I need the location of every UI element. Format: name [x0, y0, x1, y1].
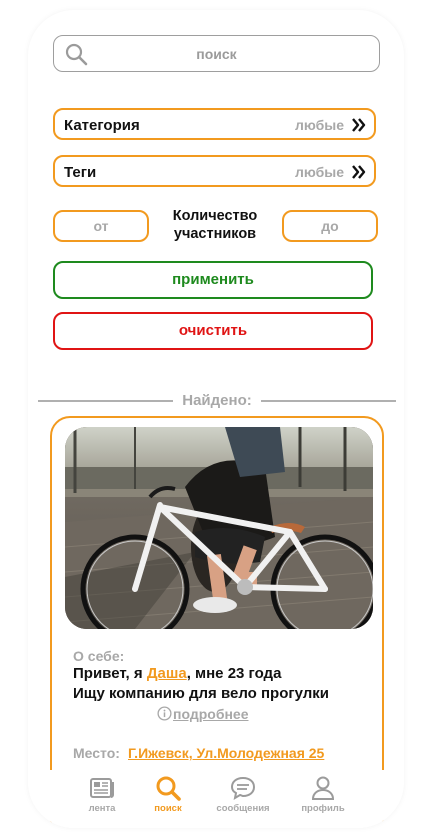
tab-search-label: поиск [154, 803, 182, 814]
more-label: подробнее [173, 706, 249, 722]
tab-search[interactable]: поиск [133, 774, 203, 814]
participants-to-input[interactable] [284, 212, 376, 240]
category-filter[interactable]: Категория любые [53, 108, 376, 140]
greeting-suffix: , мне 23 года [186, 665, 282, 682]
newspaper-icon [90, 778, 114, 798]
greeting-prefix: Привет, я [73, 665, 147, 682]
about-greeting: Привет, я Даша, мне 23 года [73, 665, 281, 682]
search-bar[interactable] [53, 35, 380, 72]
cyclist-photo [65, 427, 373, 629]
about-label: О себе: [73, 648, 125, 664]
tab-messages-label: сообщения [216, 803, 270, 814]
participants-from-input[interactable] [55, 212, 147, 240]
apply-button[interactable]: применить [53, 261, 373, 299]
tab-feed[interactable]: лента [67, 774, 137, 814]
search-icon [156, 776, 181, 801]
clear-button[interactable]: очистить [53, 312, 373, 350]
more-link[interactable]: подробнее [157, 706, 249, 722]
card-photo [65, 427, 373, 629]
search-icon [65, 43, 88, 66]
category-label: Категория [64, 117, 140, 134]
divider-line-right [261, 400, 396, 402]
about-description: Ищу компанию для вело прогулки [73, 685, 330, 702]
tab-profile-label: профиль [301, 803, 345, 814]
participants-to-box[interactable] [282, 210, 378, 242]
category-value: любые [294, 117, 344, 133]
tab-messages[interactable]: сообщения [208, 774, 278, 814]
double-chevron-right-icon [352, 165, 366, 179]
bottom-tab-bar: лента поиск сообщения профиль [28, 770, 404, 828]
user-icon [311, 776, 335, 800]
phone-screen: Категория любые Теги любые Количество уч… [28, 10, 404, 828]
result-card[interactable]: О себе: Привет, я Даша, мне 23 года Ищу … [50, 416, 384, 828]
info-icon [157, 706, 172, 721]
user-name-link[interactable]: Даша [147, 665, 187, 682]
tags-label: Теги [64, 164, 97, 181]
search-input[interactable] [94, 41, 339, 66]
place-label: Место: [73, 745, 120, 761]
results-divider: Найдено: [38, 392, 396, 409]
tab-profile[interactable]: профиль [288, 774, 358, 814]
double-chevron-right-icon [352, 118, 366, 132]
tags-filter[interactable]: Теги любые [53, 155, 376, 187]
place-link[interactable]: Г.Ижевск, Ул.Молодежная 25 [128, 745, 324, 761]
tags-value: любые [294, 164, 344, 180]
participants-title: Количество участников [172, 208, 258, 242]
tab-feed-label: лента [88, 803, 116, 814]
chat-bubble-icon [230, 776, 256, 801]
participants-from-box[interactable] [53, 210, 149, 242]
